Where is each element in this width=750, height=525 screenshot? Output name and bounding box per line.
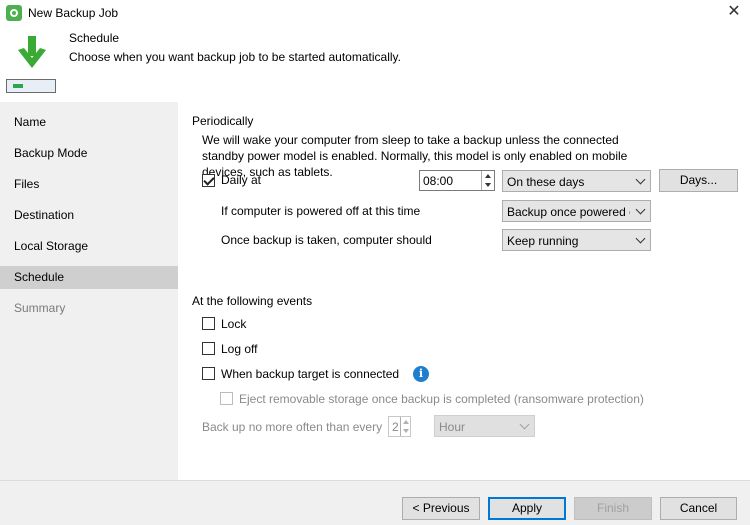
spin-up-icon[interactable] [485,174,491,178]
eject-label: Eject removable storage once backup is c… [239,392,644,406]
after-backup-select[interactable]: Keep running [502,229,651,251]
sidebar-item-local-storage[interactable]: Local Storage [0,235,178,258]
periodically-heading: Periodically [192,114,254,128]
interval-value: 2 [392,420,399,434]
cancel-button[interactable]: Cancel [660,497,737,520]
lock-checkbox[interactable] [202,317,215,330]
target-connected-label: When backup target is connected [221,367,400,381]
sidebar-item-schedule[interactable]: Schedule [0,266,178,289]
schedule-backup-icon [6,36,58,93]
daily-at-label: Daily at [221,173,262,187]
time-value: 08:00 [423,174,454,188]
time-picker[interactable]: 08:00 [419,170,495,191]
wizard-sidebar: Name Backup Mode Files Destination Local… [0,102,178,480]
lock-label: Lock [221,317,247,331]
events-heading: At the following events [192,294,313,308]
interval-spin-buttons [400,417,410,436]
previous-button[interactable]: < Previous [402,497,480,520]
download-arrow-icon [18,36,46,68]
sidebar-item-name[interactable]: Name [0,111,178,134]
spin-down-icon[interactable] [485,183,491,187]
window-title: New Backup Job [28,6,119,20]
spin-up-icon [403,420,409,424]
logoff-label: Log off [221,342,258,356]
schedule-content: Periodically We will wake your computer … [178,102,750,480]
eject-checkbox [220,392,233,405]
wizard-footer: < Previous Apply Finish Cancel [0,480,750,525]
days-mode-select[interactable]: On these days [502,170,651,192]
powered-off-select[interactable]: Backup once powered on [502,200,651,222]
spin-down-icon [403,429,409,433]
interval-spinner: 2 [388,416,411,437]
powered-off-label: If computer is powered off at this time [221,204,421,218]
after-backup-value: Keep running [507,234,579,248]
title-bar: New Backup Job ✕ [0,0,750,26]
close-button[interactable]: ✕ [722,3,746,23]
no-more-often-label: Back up no more often than every [202,420,383,434]
sidebar-item-summary: Summary [14,301,66,315]
wizard-header: Schedule Choose when you want backup job… [0,26,750,102]
days-mode-value: On these days [507,175,585,189]
page-subtitle: Choose when you want backup job to be st… [69,50,401,64]
after-backup-label: Once backup is taken, computer should [221,233,432,247]
time-spin-buttons[interactable] [481,171,494,190]
powered-off-value: Backup once powered on [507,205,643,219]
interval-unit-select: Hour [434,415,535,437]
apply-button[interactable]: Apply [488,497,566,520]
sidebar-item-destination[interactable]: Destination [0,204,178,227]
info-icon[interactable]: i [413,366,429,382]
days-button[interactable]: Days... [659,169,738,192]
page-title: Schedule [69,31,120,45]
veeam-app-icon [6,5,22,21]
drive-icon [6,79,56,93]
logoff-checkbox[interactable] [202,342,215,355]
interval-unit-value: Hour [439,420,466,434]
sidebar-item-backup-mode[interactable]: Backup Mode [0,142,178,165]
sidebar-item-files[interactable]: Files [0,173,178,196]
daily-at-checkbox[interactable] [202,174,215,187]
finish-button: Finish [574,497,652,520]
target-connected-checkbox[interactable] [202,367,215,380]
